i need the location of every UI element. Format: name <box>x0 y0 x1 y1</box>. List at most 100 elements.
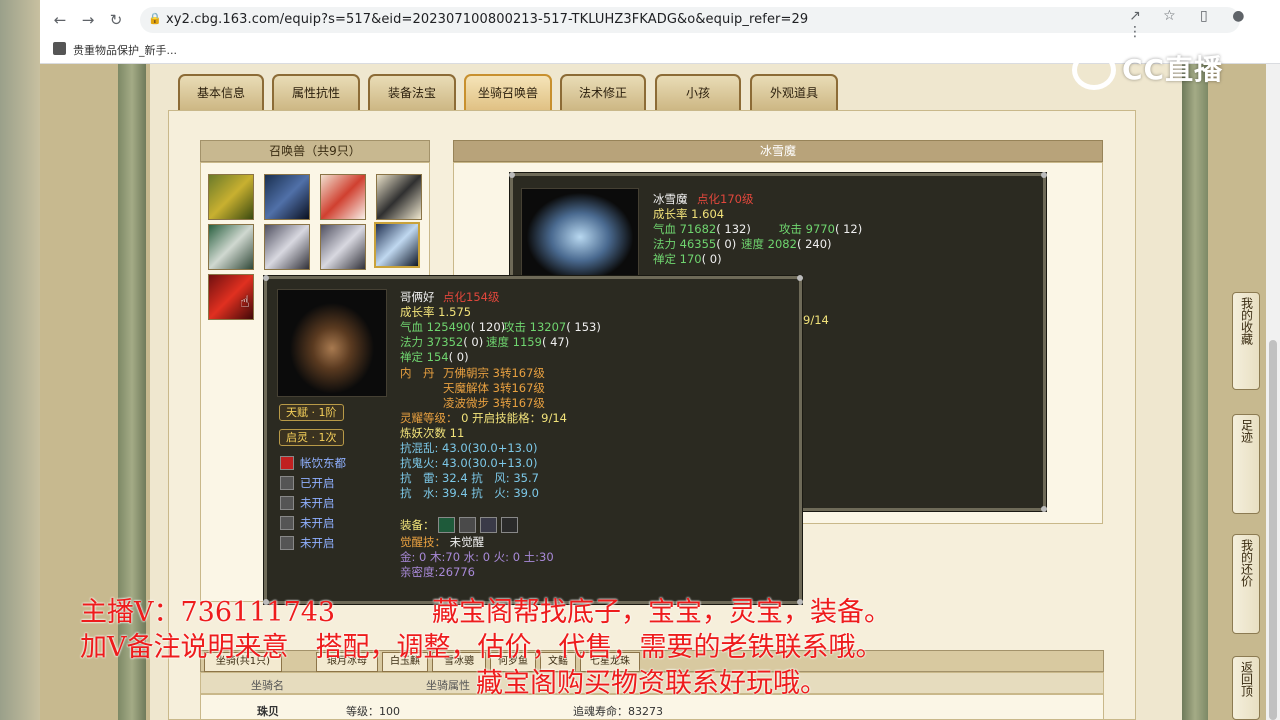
corner-rivet <box>263 275 269 281</box>
stat-hp: 气血 125490( 120) <box>400 320 506 334</box>
pet-portrait <box>521 188 639 286</box>
equip-slot-icon[interactable] <box>438 517 455 533</box>
stat-spd: 速度 1159( 47) <box>486 335 570 349</box>
pet-thumb-selected[interactable] <box>374 222 420 268</box>
intimacy: 亲密度:26776 <box>400 565 475 579</box>
overlay-purchase: 藏宝阁购买物资联系好玩哦。 <box>476 668 827 699</box>
lock-icon[interactable]: 🔒 <box>148 12 162 25</box>
side-button-label: 我的收藏 <box>1239 297 1254 345</box>
neidan-label: 内 丹 <box>400 366 435 380</box>
mount-level: 等级：100 <box>346 705 400 718</box>
pet-growth: 成长率 1.575 <box>400 305 472 319</box>
stat-spd: 速度 2082( 240) <box>741 237 832 251</box>
skill-status: 未开启 <box>300 516 335 530</box>
corner-rivet <box>1041 172 1047 178</box>
pet-thumb[interactable] <box>320 224 366 270</box>
address-bar[interactable]: 🔒 xy2.cbg.163.com/equip?s=517&eid=202307… <box>140 7 1240 33</box>
neidan-item: 万佛朝宗 3转167级 <box>443 366 545 380</box>
stat-hp: 气血 71682( 132) <box>653 222 751 236</box>
back-to-top-button[interactable]: 返回顶 <box>1232 656 1260 720</box>
tab-spell-mod[interactable]: 法术修正 <box>560 74 646 110</box>
pet-level: 点化154级 <box>443 290 500 304</box>
pet-level: 点化170级 <box>697 192 754 206</box>
cc-logo-icon <box>1072 50 1116 90</box>
skill-status: 未开启 <box>300 536 335 550</box>
tab-basic-info[interactable]: 基本信息 <box>178 74 264 110</box>
pet-portrait <box>277 289 387 397</box>
corner-rivet <box>797 275 803 281</box>
skill-slots: 9/14 <box>803 313 829 327</box>
corner-rivet <box>509 172 515 178</box>
nav-bar: ← → ↻ 🔒 xy2.cbg.163.com/equip?s=517&eid=… <box>40 4 1280 40</box>
skill-slot-icon[interactable] <box>280 476 294 490</box>
footprint-button[interactable]: 足迹 <box>1232 414 1260 514</box>
column-header: 坐骑名 <box>251 679 284 692</box>
skill-slot-icon[interactable] <box>280 516 294 530</box>
pet-thumb[interactable] <box>376 174 422 220</box>
my-favorites-button[interactable]: 我的收藏 <box>1232 292 1260 390</box>
pet-thumb[interactable] <box>320 174 366 220</box>
qiling-badge: 启灵 · 1次 <box>279 429 344 446</box>
talent-badge: 天赋 · 1阶 <box>279 404 344 421</box>
star-icon[interactable]: ☆ <box>1154 8 1184 24</box>
stat-atk: 攻击 13207( 153) <box>503 320 601 334</box>
equip-label: 装备： <box>400 518 435 532</box>
column-header: 坐骑属性 <box>426 679 470 692</box>
tab-attributes[interactable]: 属性抗性 <box>272 74 360 110</box>
scrollbar-thumb[interactable] <box>1269 340 1277 720</box>
tab-child[interactable]: 小孩 <box>655 74 741 110</box>
neidan-item: 凌波微步 3转167级 <box>443 396 545 410</box>
back-icon[interactable]: ← <box>50 10 70 30</box>
equip-slot-icon[interactable] <box>501 517 518 533</box>
stat-ding: 禅定 154( 0) <box>400 350 469 364</box>
tab-mounts-summons[interactable]: 坐骑召唤兽 <box>464 74 552 110</box>
stat-mp: 法力 46355( 0) <box>653 237 737 251</box>
overlay-services: 藏宝阁帮找底子，宝宝，灵宝，装备。 <box>432 597 891 628</box>
side-button-label: 足迹 <box>1239 419 1254 443</box>
equip-slot-icon[interactable] <box>480 517 497 533</box>
toolbar-icons: ↗ ☆ ▯ ● ⋮ <box>1120 8 1280 40</box>
reload-icon[interactable]: ↻ <box>106 10 126 30</box>
bookmark-item[interactable]: 贵重物品保护_新手... <box>73 42 177 58</box>
skill-slot-icon[interactable] <box>280 496 294 510</box>
resistance: 抗 雷: 32.4 抗 风: 35.7 <box>400 471 539 485</box>
pet-thumb[interactable] <box>264 174 310 220</box>
side-button-label: 我的还价 <box>1239 539 1254 587</box>
share-icon[interactable]: ↗ <box>1120 8 1150 24</box>
sidebar-icon[interactable]: ▯ <box>1189 8 1219 24</box>
mount-life: 追魂寿命：83273 <box>573 705 663 718</box>
five-elements: 金: 0 木:70 水: 0 火: 0 土:30 <box>400 550 554 564</box>
overlay-contact: 主播V：736111743 <box>80 597 336 628</box>
pet-info-tooltip: 哥俩好 点化154级 成长率 1.575 气血 125490( 120) 攻击 … <box>263 275 803 605</box>
neidan-item: 天魔解体 3转167级 <box>443 381 545 395</box>
menu-icon[interactable]: ⋮ <box>1120 24 1150 40</box>
stat-mp: 法力 37352( 0) <box>400 335 484 349</box>
profile-icon[interactable]: ● <box>1223 8 1253 24</box>
pet-thumb[interactable] <box>208 224 254 270</box>
skill-slot-icon[interactable] <box>280 536 294 550</box>
my-offers-button[interactable]: 我的还价 <box>1232 534 1260 634</box>
equip-slot-icon[interactable] <box>459 517 476 533</box>
resistance: 抗混乱: 43.0(30.0+13.0) <box>400 441 538 455</box>
skill-icon[interactable] <box>280 456 294 470</box>
mount-name: 珠贝 <box>257 705 279 718</box>
left-strip <box>0 0 40 720</box>
cursor-hand-icon: ☝ <box>240 292 250 311</box>
stat-ding: 禅定 170( 0) <box>653 252 722 266</box>
forward-icon[interactable]: → <box>78 10 98 30</box>
pet-name: 冰雪魔 <box>653 192 688 206</box>
stat-atk: 攻击 9770( 12) <box>779 222 863 236</box>
pet-thumb[interactable] <box>264 224 310 270</box>
tab-equipment[interactable]: 装备法宝 <box>368 74 456 110</box>
tab-appearance[interactable]: 外观道具 <box>750 74 838 110</box>
lingyao-line: 灵耀等级： 0 开启技能格：9/14 <box>400 411 567 425</box>
url-text[interactable]: xy2.cbg.163.com/equip?s=517&eid=20230710… <box>166 12 808 27</box>
right-pillar <box>1182 64 1208 720</box>
overlay-note: 加V备注说明来意 搭配，调整，估价，代售，需要的老铁联系哦。 <box>80 632 883 663</box>
pet-thumb[interactable] <box>208 174 254 220</box>
skill-status: 未开启 <box>300 496 335 510</box>
skill-name: 帐饮东都 <box>300 456 346 470</box>
pet-growth: 成长率 1.604 <box>653 207 725 221</box>
skill-status: 已开启 <box>300 476 335 490</box>
corner-rivet <box>1041 506 1047 512</box>
